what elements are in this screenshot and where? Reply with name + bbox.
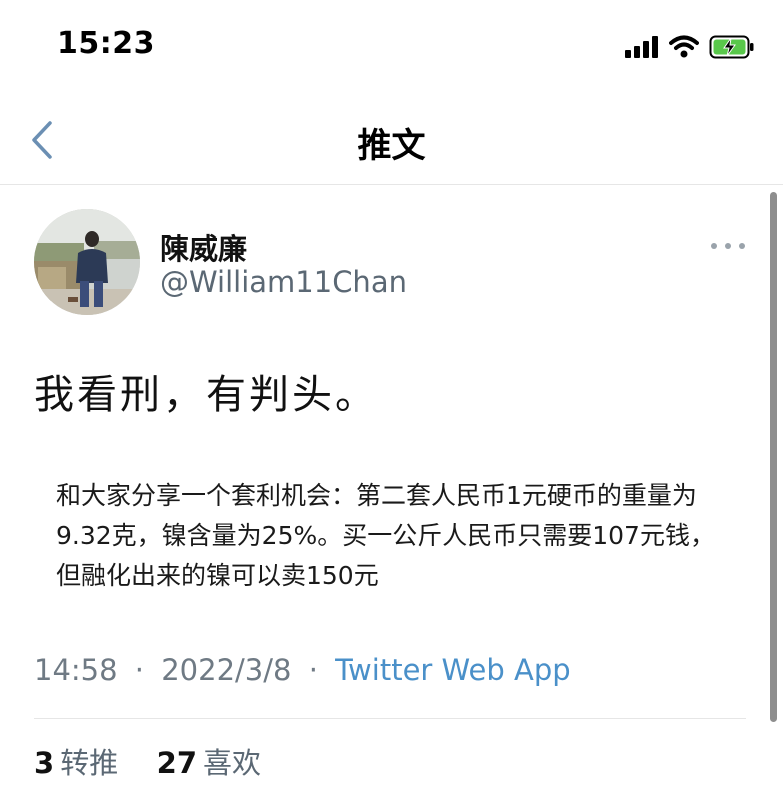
tweet-meta: 14:58 · 2022/3/8 · Twitter Web App: [34, 653, 571, 687]
retweets-count: 3: [34, 746, 55, 780]
tweet-stats: 3 转推 27 喜欢: [34, 740, 261, 782]
more-dot-icon: [711, 243, 717, 249]
tweet-source-link[interactable]: Twitter Web App: [335, 653, 571, 687]
divider: [34, 718, 746, 719]
likes-count: 27: [156, 746, 197, 780]
tweet-time: 14:58: [34, 653, 118, 687]
more-dot-icon: [725, 243, 731, 249]
quoted-text: 和大家分享一个套利机会：第二套人民币1元硬币的重量为9.32克，镍含量为25%。…: [56, 481, 715, 590]
meta-separator: ·: [134, 653, 145, 687]
more-options-button[interactable]: [711, 236, 745, 256]
meta-separator: ·: [308, 653, 318, 687]
signal-icon: [625, 36, 658, 58]
battery-charging-icon: [709, 35, 754, 59]
tweet-date: 2022/3/8: [161, 653, 292, 687]
avatar[interactable]: [34, 209, 140, 315]
likes-label: 喜欢: [203, 746, 262, 780]
tweet-text: 我看刑，有判头。: [34, 372, 378, 418]
scrollbar[interactable]: [770, 192, 777, 722]
tweet-detail-screen: 15:23 推文 陳威廉 @William11Chan 我看刑，有判头。 和大家…: [0, 0, 783, 800]
author-handle[interactable]: @William11Chan: [160, 265, 407, 299]
wifi-icon: [669, 35, 699, 58]
retweets-stat[interactable]: 3 转推: [34, 746, 127, 780]
author-name[interactable]: 陳威廉: [160, 226, 247, 268]
nav-bar: 推文: [0, 100, 783, 185]
status-time: 15:23: [57, 26, 155, 61]
more-dot-icon: [739, 243, 745, 249]
likes-stat[interactable]: 27 喜欢: [157, 746, 261, 780]
page-title: 推文: [357, 126, 426, 166]
retweets-label: 转推: [60, 746, 119, 780]
status-icons: [625, 32, 755, 62]
